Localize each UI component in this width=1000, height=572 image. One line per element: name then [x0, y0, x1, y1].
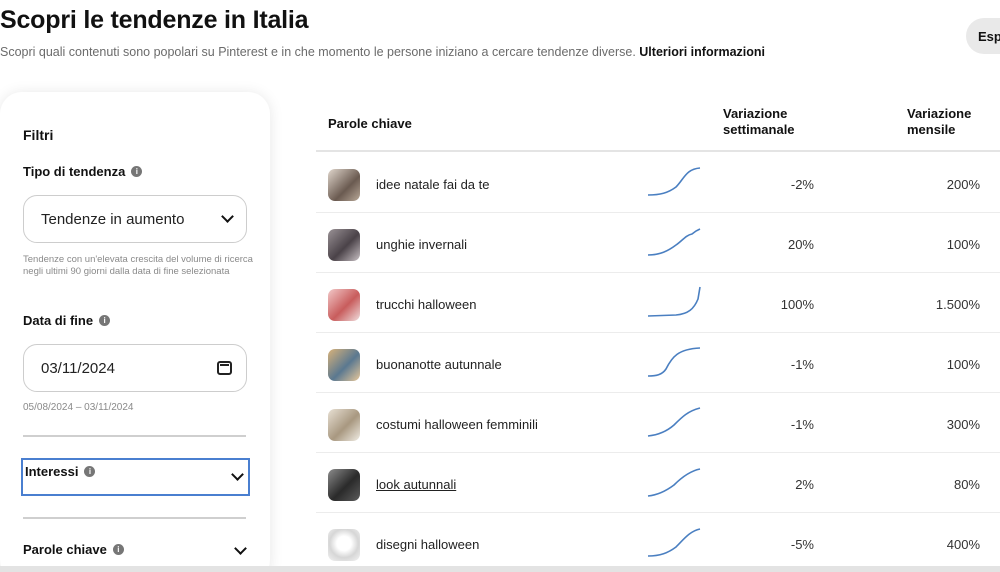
- keyword-thumbnail: [328, 409, 360, 441]
- table-row[interactable]: idee natale fai da te -2% 200%: [316, 153, 1000, 213]
- table-header: Parole chiave Variazione settimanale Var…: [316, 100, 1000, 152]
- keyword-thumbnail: [328, 289, 360, 321]
- more-info-link[interactable]: Ulteriori informazioni: [639, 45, 765, 59]
- keyword-text[interactable]: buonanotte autunnale: [376, 357, 502, 372]
- monthly-change: 100%: [946, 357, 980, 372]
- interests-label: Interessi i: [25, 464, 96, 479]
- keyword-text[interactable]: unghie invernali: [376, 237, 467, 252]
- sparkline-chart: [647, 347, 701, 377]
- keyword-thumbnail: [328, 529, 360, 561]
- end-date-label: Data di fine i: [23, 313, 111, 328]
- monthly-change: 200%: [946, 177, 980, 192]
- keyword-thumbnail: [328, 349, 360, 381]
- info-icon[interactable]: i: [84, 466, 96, 477]
- weekly-change: 100%: [780, 297, 814, 312]
- divider: [23, 517, 246, 519]
- end-date-label-text: Data di fine: [23, 313, 94, 328]
- keyword-text[interactable]: look autunnali: [376, 477, 456, 492]
- table-row[interactable]: look autunnali 2% 80%: [316, 453, 1000, 513]
- keyword-text[interactable]: trucchi halloween: [376, 297, 476, 312]
- end-date-value: 03/11/2024: [41, 359, 115, 377]
- monthly-change: 400%: [946, 537, 980, 552]
- interests-label-text: Interessi: [25, 464, 79, 479]
- weekly-change: 20%: [787, 237, 814, 252]
- date-range-text: 05/08/2024 – 03/11/2024: [23, 402, 134, 413]
- page-title: Scopri le tendenze in Italia: [0, 6, 309, 34]
- chevron-down-icon: [234, 542, 247, 555]
- sparkline-chart: [647, 286, 701, 317]
- keyword-text[interactable]: idee natale fai da te: [376, 177, 489, 192]
- sparkline-chart: [647, 228, 701, 256]
- keyword-thumbnail: [328, 469, 360, 501]
- weekly-change: -2%: [790, 177, 814, 192]
- keyword-text[interactable]: disegni halloween: [376, 537, 479, 552]
- column-header-monthly[interactable]: Variazione mensile: [907, 106, 997, 138]
- keyword-text[interactable]: costumi halloween femminili: [376, 417, 538, 432]
- calendar-icon[interactable]: [217, 361, 232, 375]
- keyword-thumbnail: [328, 169, 360, 201]
- table-row[interactable]: disegni halloween -5% 400%: [316, 513, 1000, 572]
- divider: [23, 435, 246, 437]
- info-icon[interactable]: i: [131, 166, 143, 177]
- column-header-weekly[interactable]: Variazione settimanale: [723, 106, 833, 138]
- trend-type-help: Tendenze con un'elevata crescita del vol…: [23, 254, 253, 277]
- subtitle-text: Scopri quali contenuti sono popolari su …: [0, 45, 636, 59]
- sparkline-chart: [647, 528, 701, 557]
- sparkline-chart: [647, 167, 701, 196]
- monthly-change: 300%: [946, 417, 980, 432]
- table-row[interactable]: trucchi halloween 100% 1.500%: [316, 273, 1000, 333]
- keywords-label: Parole chiave i: [23, 542, 124, 557]
- sparkline-chart: [647, 468, 701, 497]
- sparkline-chart: [647, 407, 701, 437]
- end-date-input[interactable]: 03/11/2024: [23, 344, 247, 392]
- keywords-label-text: Parole chiave: [23, 542, 107, 557]
- monthly-change: 80%: [953, 477, 980, 492]
- column-header-keywords[interactable]: Parole chiave: [328, 116, 412, 132]
- info-icon[interactable]: i: [112, 544, 124, 555]
- keyword-thumbnail: [328, 229, 360, 261]
- page-subtitle: Scopri quali contenuti sono popolari su …: [0, 45, 765, 59]
- trend-type-select[interactable]: Tendenze in aumento: [23, 195, 247, 243]
- chevron-down-icon: [231, 468, 244, 481]
- export-button[interactable]: Esp: [966, 18, 1000, 54]
- trend-type-label: Tipo di tendenza i: [23, 164, 143, 179]
- trend-type-label-text: Tipo di tendenza: [23, 164, 126, 179]
- weekly-change: -5%: [790, 537, 814, 552]
- interests-toggle[interactable]: Interessi i: [21, 458, 250, 496]
- table-row[interactable]: unghie invernali 20% 100%: [316, 213, 1000, 273]
- weekly-change: -1%: [790, 357, 814, 372]
- filters-title: Filtri: [23, 127, 54, 143]
- table-row[interactable]: costumi halloween femminili -1% 300%: [316, 393, 1000, 453]
- weekly-change: 2%: [795, 477, 814, 492]
- bottom-edge: [0, 566, 1000, 572]
- keywords-toggle[interactable]: Parole chiave i: [23, 542, 247, 557]
- chevron-down-icon: [221, 210, 234, 223]
- monthly-change: 100%: [946, 237, 980, 252]
- table-row[interactable]: buonanotte autunnale -1% 100%: [316, 333, 1000, 393]
- monthly-change: 1.500%: [935, 297, 980, 312]
- info-icon[interactable]: i: [99, 315, 111, 326]
- weekly-change: -1%: [790, 417, 814, 432]
- trend-type-value: Tendenze in aumento: [41, 210, 185, 228]
